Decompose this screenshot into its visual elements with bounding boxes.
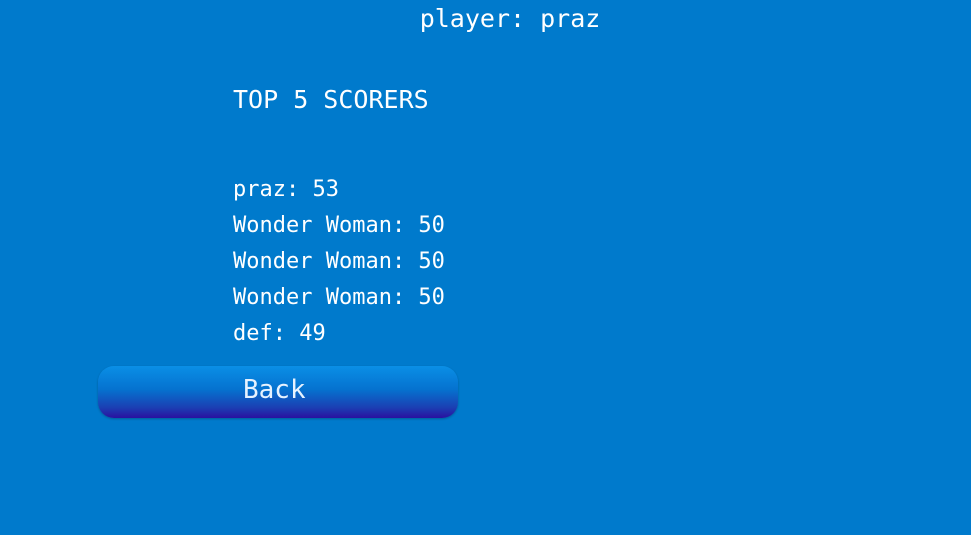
score-entry: Wonder Woman: 50 — [233, 285, 445, 310]
score-list: praz: 53 Wonder Woman: 50 Wonder Woman: … — [233, 176, 445, 356]
score-entry: praz: 53 — [233, 177, 339, 202]
score-entry: Wonder Woman: 50 — [233, 249, 445, 274]
leaderboard-title: TOP 5 SCORERS — [233, 85, 429, 114]
score-entry: def: 49 — [233, 321, 326, 346]
back-button[interactable]: Back — [98, 366, 458, 418]
player-name-label: player: praz — [419, 4, 601, 33]
back-button-label: Back — [243, 375, 306, 405]
score-entry: Wonder Woman: 50 — [233, 213, 445, 238]
